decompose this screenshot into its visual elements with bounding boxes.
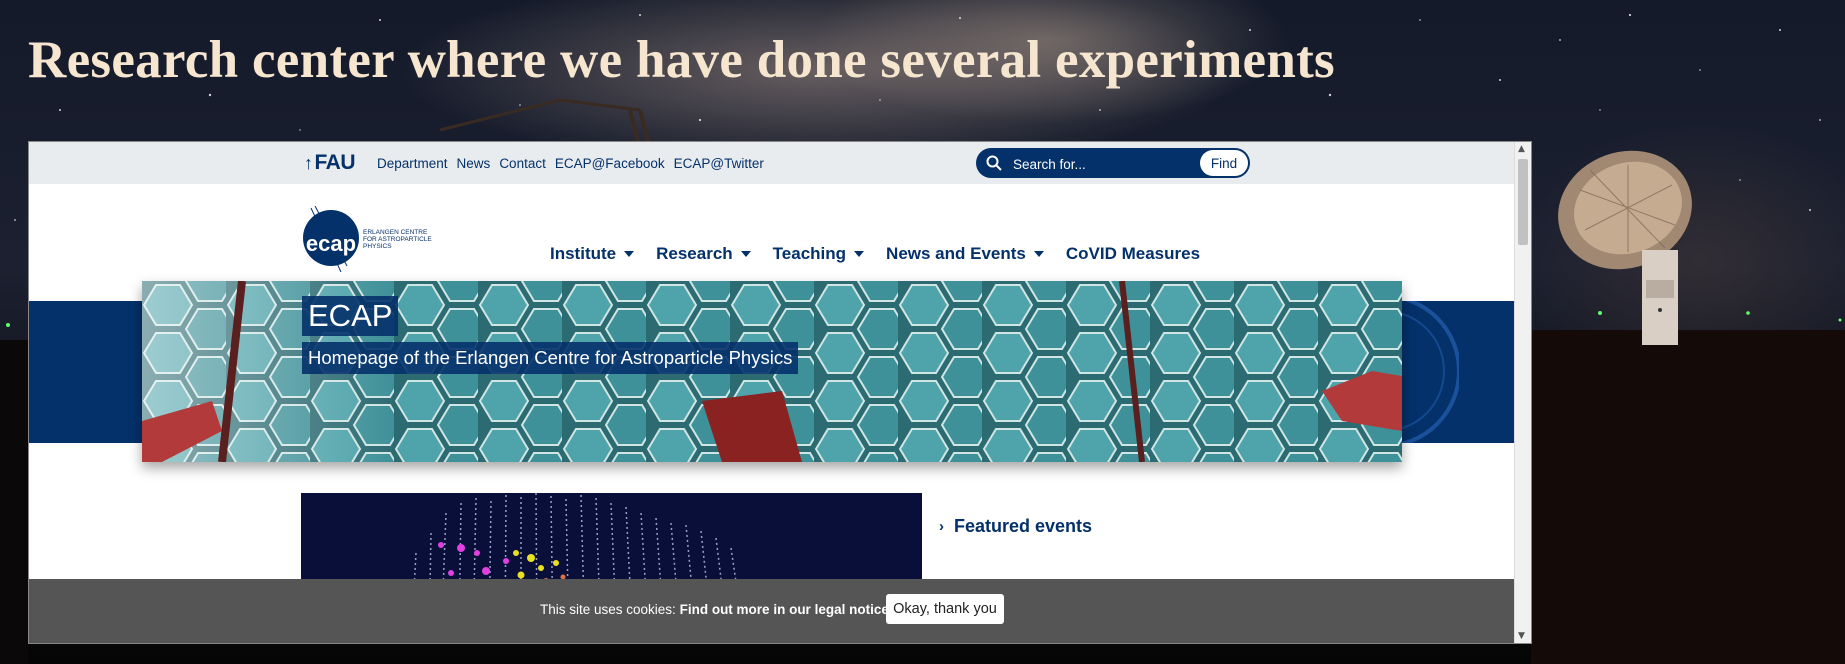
nav-item-label: Institute bbox=[550, 244, 617, 263]
ecap-logo-caption-2: FOR ASTROPARTICLE bbox=[363, 236, 432, 243]
chevron-down-icon bbox=[624, 251, 635, 257]
meta-link-department[interactable]: Department bbox=[377, 156, 448, 171]
scroll-up-arrow-icon[interactable]: ▲ bbox=[1518, 144, 1525, 154]
cookie-notice-bar: This site uses cookies: Find out more in… bbox=[29, 579, 1515, 643]
nav-item-news-and-events[interactable]: News and Events bbox=[886, 244, 1044, 264]
featured-events-label: Featured events bbox=[954, 516, 1093, 536]
vertical-scrollbar[interactable]: ▲ ▼ bbox=[1514, 142, 1531, 643]
meta-navigation-bar: ↑FAU Department News Contact ECAP@Facebo… bbox=[29, 142, 1515, 184]
scroll-down-arrow-icon[interactable]: ▼ bbox=[1518, 631, 1525, 641]
chevron-down-icon bbox=[740, 251, 751, 257]
main-navigation: Institute Research Teaching News and Eve… bbox=[550, 244, 1200, 264]
ecap-logo-text: ecap bbox=[306, 231, 356, 256]
nav-item-research[interactable]: Research bbox=[656, 244, 751, 264]
page-title: Research center where we have done sever… bbox=[28, 31, 1335, 89]
find-button[interactable]: Find bbox=[1200, 150, 1248, 176]
hero-banner: ECAP Homepage of the Erlangen Centre for… bbox=[142, 281, 1402, 462]
meta-link-news[interactable]: News bbox=[457, 156, 491, 171]
nav-item-label: CoVID Measures bbox=[1065, 244, 1201, 263]
meta-link-facebook[interactable]: ECAP@Facebook bbox=[555, 156, 665, 171]
nav-item-institute[interactable]: Institute bbox=[550, 244, 635, 264]
nav-item-covid-measures[interactable]: CoVID Measures bbox=[1066, 244, 1200, 264]
scrollbar-thumb[interactable] bbox=[1518, 159, 1528, 245]
chevron-down-icon bbox=[1033, 251, 1044, 257]
fau-arrow-icon: ↑ bbox=[304, 153, 313, 173]
search-input[interactable] bbox=[1011, 153, 1175, 175]
nav-item-label: News and Events bbox=[886, 244, 1026, 263]
ecap-logo-caption-3: PHYSICS bbox=[363, 243, 392, 250]
ecap-logo-caption-1: ERLANGEN CENTRE bbox=[363, 229, 428, 236]
meta-link-contact[interactable]: Contact bbox=[499, 156, 546, 171]
hero-subtitle: Homepage of the Erlangen Centre for Astr… bbox=[302, 342, 799, 374]
nav-item-label: Research bbox=[656, 244, 733, 263]
legal-notice-link[interactable]: Find out more in our legal notice. bbox=[680, 602, 893, 617]
hero-title: ECAP bbox=[302, 296, 399, 336]
ecap-logo[interactable]: ecap ERLANGEN CENTRE FOR ASTROPARTICLE P… bbox=[301, 206, 441, 272]
embedded-website-frame[interactable]: ↑FAU Department News Contact ECAP@Facebo… bbox=[28, 141, 1532, 644]
meta-links: Department News Contact ECAP@Facebook EC… bbox=[377, 156, 764, 171]
fau-logo-link[interactable]: ↑FAU bbox=[304, 151, 355, 175]
chevron-down-icon bbox=[854, 251, 865, 257]
fau-logo-text: FAU bbox=[314, 151, 356, 174]
search-form: Find bbox=[976, 148, 1250, 178]
chevron-right-icon: › bbox=[939, 518, 944, 535]
nav-item-label: Teaching bbox=[772, 244, 847, 263]
accept-cookies-button[interactable]: Okay, thank you bbox=[886, 594, 1004, 624]
cookie-notice-text: This site uses cookies: Find out more in… bbox=[540, 602, 893, 617]
meta-link-twitter[interactable]: ECAP@Twitter bbox=[674, 156, 764, 171]
cookie-notice-message: This site uses cookies: bbox=[540, 602, 676, 617]
nav-item-teaching[interactable]: Teaching bbox=[772, 244, 865, 264]
radio-telescope-image bbox=[1558, 150, 1692, 345]
search-icon bbox=[986, 155, 1002, 171]
featured-events-link[interactable]: › Featured events bbox=[939, 516, 1092, 537]
